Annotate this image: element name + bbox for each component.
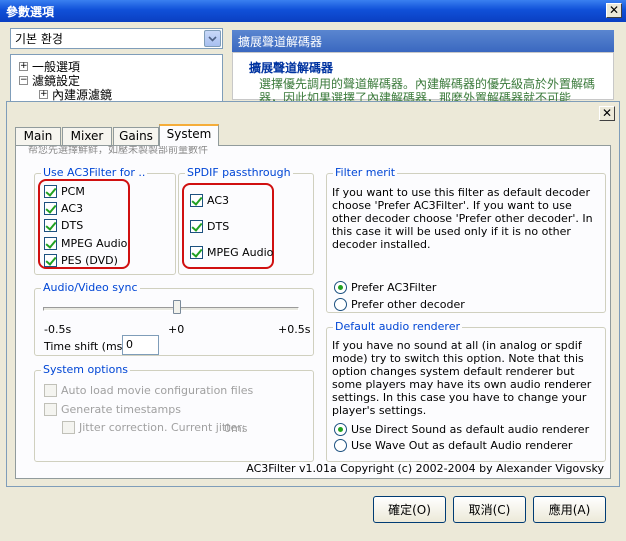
filter-merit-text: If you want to use this filter as defaul… xyxy=(332,186,593,251)
cancel-button[interactable]: 取消(C) xyxy=(453,496,526,523)
group-legend: SPDIF passthrough xyxy=(185,166,293,179)
checkbox-checked-icon xyxy=(190,246,203,259)
radio-selected-icon xyxy=(334,423,347,436)
radio-prefer-other-decoder[interactable]: Prefer other decoder xyxy=(334,298,465,311)
combo-dropdown-button[interactable] xyxy=(204,30,221,47)
checkbox-generate-timestamps[interactable]: Generate timestamps xyxy=(44,403,181,416)
window-titlebar[interactable]: 參數選項 ✕ xyxy=(0,0,626,22)
checkbox-label: Jitter correction. Current jitter: xyxy=(79,421,246,434)
tab-gains[interactable]: Gains xyxy=(113,127,159,146)
group-legend: System options xyxy=(41,363,131,376)
checkbox-label: AC3 xyxy=(207,194,230,207)
time-shift-input[interactable]: 0 xyxy=(122,335,159,355)
group-legend: Audio/Video sync xyxy=(41,281,140,294)
checkbox-label: DTS xyxy=(207,220,230,233)
radio-label: Prefer AC3Filter xyxy=(351,281,437,294)
radio-prefer-ac3filter[interactable]: Prefer AC3Filter xyxy=(334,281,436,294)
checkbox-label: DTS xyxy=(61,219,84,232)
page-subtitle: 擴展聲道解碼器 xyxy=(249,61,334,75)
group-legend: Use AC3Filter for .. xyxy=(41,166,148,179)
radio-label: Use Wave Out as default Audio renderer xyxy=(351,439,573,452)
page-body: 擴展聲道解碼器 選擇優先調用的聲道解碼器。內建解碼器的優先級高於外置解碼器，因此… xyxy=(232,52,614,105)
tree-item-label: 內建源濾鏡 xyxy=(52,87,113,102)
checkbox-unchecked-icon xyxy=(44,384,57,397)
checkbox-jitter-correction[interactable]: Jitter correction. Current jitter: xyxy=(62,421,245,434)
system-tab-panel: 帮您先選擇鮮鲜，如壓未製製部前量數件 Use AC3Filter for .. … xyxy=(15,145,611,479)
radio-unselected-icon xyxy=(334,298,347,311)
expand-icon[interactable]: + xyxy=(19,61,28,71)
audio-renderer-text: If you have no sound at all (in analog o… xyxy=(332,339,592,417)
ac3filter-dialog: ✕ Main Mixer Gains System 帮您先選擇鮮鲜，如壓未製製部… xyxy=(6,101,620,487)
page-header: 擴展聲道解碼器 xyxy=(232,30,614,52)
checkbox-checked-icon xyxy=(44,185,57,198)
checkbox-label: Auto load movie configuration files xyxy=(61,384,254,397)
slider-min-label: -0.5s xyxy=(44,323,72,336)
settings-tree[interactable]: + 一般選項 − 濾鏡設定 + 內建源濾鏡 xyxy=(10,54,223,102)
checkbox-mpeg-audio[interactable]: MPEG Audio xyxy=(44,237,127,250)
radio-wave-out[interactable]: Use Wave Out as default Audio renderer xyxy=(334,439,572,452)
slider-max-label: +0.5s xyxy=(278,323,311,336)
spdif-checkbox-ac3[interactable]: AC3 xyxy=(190,194,229,207)
ok-button[interactable]: 確定(O) xyxy=(373,496,446,523)
checkbox-checked-icon xyxy=(44,237,57,250)
profile-combo[interactable]: 기본 환경 xyxy=(10,28,223,49)
spdif-checkbox-dts[interactable]: DTS xyxy=(190,220,229,233)
checkbox-unchecked-icon xyxy=(44,403,57,416)
time-shift-label: Time shift (ms): xyxy=(44,340,131,353)
checkbox-ac3[interactable]: AC3 xyxy=(44,202,83,215)
time-shift-slider-track[interactable] xyxy=(43,307,299,311)
checkbox-label: Generate timestamps xyxy=(61,403,181,416)
expand-icon[interactable]: + xyxy=(39,89,48,99)
checkbox-label: AC3 xyxy=(61,202,84,215)
checkbox-label: PCM xyxy=(61,185,85,198)
checkbox-pcm[interactable]: PCM xyxy=(44,185,85,198)
checkbox-checked-icon xyxy=(44,219,57,232)
collapse-icon[interactable]: − xyxy=(19,75,28,85)
group-legend: Filter merit xyxy=(333,166,398,179)
checkbox-checked-icon xyxy=(44,254,57,267)
group-legend: Default audio renderer xyxy=(333,320,463,333)
checkbox-dts[interactable]: DTS xyxy=(44,219,83,232)
checkbox-checked-icon xyxy=(190,220,203,233)
checkbox-pes-dvd[interactable]: PES (DVD) xyxy=(44,254,118,267)
radio-label: Use Direct Sound as default audio render… xyxy=(351,423,590,436)
current-jitter-value: 0ms xyxy=(224,422,248,435)
checkbox-label: MPEG Audio xyxy=(61,237,128,250)
radio-unselected-icon xyxy=(334,439,347,452)
close-icon: ✕ xyxy=(601,106,613,120)
checkbox-label: PES (DVD) xyxy=(61,254,118,267)
time-shift-slider-thumb[interactable] xyxy=(173,300,181,314)
chevron-down-icon xyxy=(208,35,217,42)
checkbox-auto-load-config[interactable]: Auto load movie configuration files xyxy=(44,384,253,397)
radio-selected-icon xyxy=(334,281,347,294)
checkbox-checked-icon xyxy=(190,194,203,207)
spdif-checkbox-mpeg-audio[interactable]: MPEG Audio xyxy=(190,246,273,259)
checkbox-label: MPEG Audio xyxy=(207,246,274,259)
close-icon: ✕ xyxy=(608,3,620,17)
slider-mid-label: +0 xyxy=(168,323,185,336)
dialog-close-button[interactable]: ✕ xyxy=(599,106,615,121)
profile-combo-value: 기본 환경 xyxy=(15,32,63,46)
tab-system[interactable]: System xyxy=(159,124,219,146)
checkbox-unchecked-icon xyxy=(62,421,75,434)
radio-direct-sound[interactable]: Use Direct Sound as default audio render… xyxy=(334,423,589,436)
copyright-text: AC3Filter v1.01a Copyright (c) 2002-2004… xyxy=(246,462,604,475)
ghost-text: 帮您先選擇鮮鲜，如壓未製製部前量數件 xyxy=(28,146,208,154)
window-close-button[interactable]: ✕ xyxy=(606,3,622,18)
apply-button[interactable]: 應用(A) xyxy=(533,496,606,523)
tree-item-internal-source[interactable]: + 內建源濾鏡 xyxy=(39,87,113,102)
tab-main[interactable]: Main xyxy=(15,127,61,146)
window-title: 參數選項 xyxy=(6,4,55,19)
tab-mixer[interactable]: Mixer xyxy=(62,127,112,146)
radio-label: Prefer other decoder xyxy=(351,298,465,311)
checkbox-checked-icon xyxy=(44,202,57,215)
